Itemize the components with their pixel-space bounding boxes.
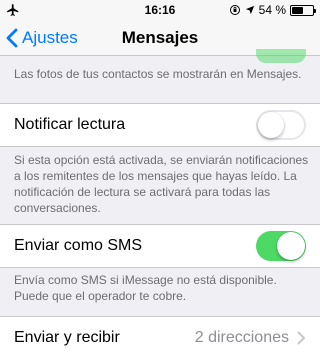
- read-receipts-switch[interactable]: [256, 110, 306, 140]
- read-receipts-label: Notificar lectura: [14, 116, 126, 133]
- chevron-right-icon: [297, 331, 305, 345]
- battery-nub: [314, 8, 316, 13]
- send-as-sms-footer: Envía como SMS si iMessage no está dispo…: [14, 273, 277, 303]
- switch-knob: [277, 232, 305, 260]
- page-title: Mensajes: [121, 28, 199, 47]
- contact-photos-footer: Las fotos de tus contactos se mostrarán …: [14, 67, 302, 81]
- send-receive-label: Enviar y recibir: [14, 329, 120, 346]
- status-bar: 16:16 54 %: [0, 0, 320, 20]
- orientation-lock-icon: [229, 5, 240, 15]
- send-receive-row[interactable]: Enviar y recibir 2 direcciones: [0, 316, 320, 356]
- battery-percent: 54 %: [258, 3, 286, 17]
- send-as-sms-label: Enviar como SMS: [14, 237, 143, 254]
- partial-switch-above: [256, 49, 306, 63]
- battery-icon: [290, 4, 316, 16]
- switch-knob: [258, 112, 284, 138]
- send-receive-detail: 2 direcciones: [194, 329, 289, 346]
- send-as-sms-row: Enviar como SMS: [0, 224, 320, 268]
- battery-fill: [292, 6, 303, 14]
- read-receipts-row: Notificar lectura: [0, 103, 320, 147]
- read-receipts-footer: Si esta opción está activada, se enviará…: [14, 153, 309, 215]
- status-right: 54 %: [229, 3, 316, 17]
- location-icon: [245, 5, 254, 15]
- navigation-bar: Ajustes Mensajes: [0, 20, 320, 63]
- send-as-sms-switch[interactable]: [256, 231, 306, 261]
